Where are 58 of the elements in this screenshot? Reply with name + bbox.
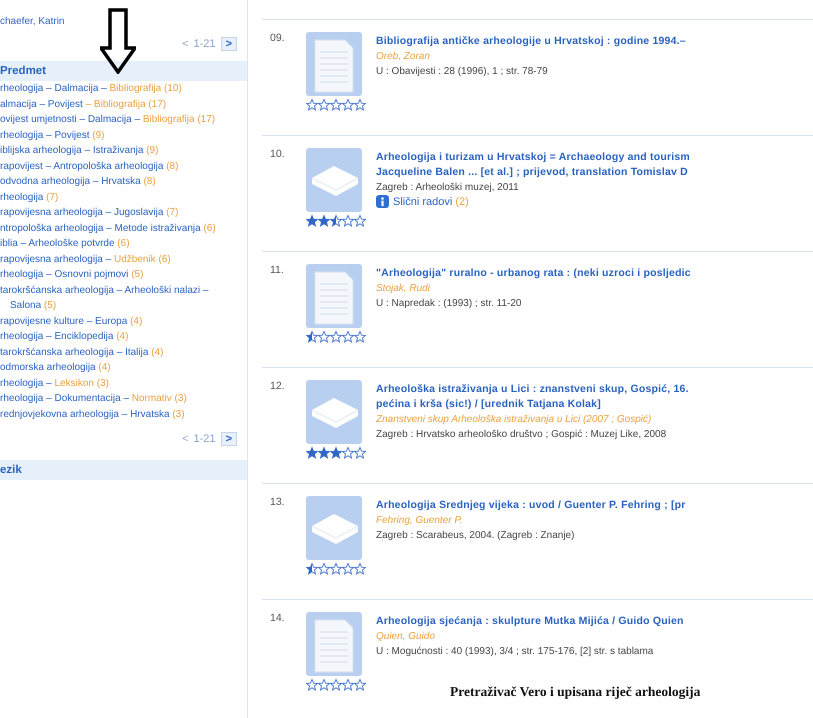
page-range: 1-21 <box>194 38 216 50</box>
subject-facet-link[interactable]: rapovijest – Antropološka arheologija (8) <box>0 158 247 174</box>
document-thumbnail <box>306 264 362 328</box>
subject-facet-link[interactable]: rheologija – Leksikon (3) <box>0 376 247 391</box>
result-title-link[interactable]: "Arheologija" ruralno - urbanog rata : (neki uzroci i posljedic <box>376 266 691 281</box>
subject-facet-link[interactable]: ntropološka arheologija – Metode istraživanja (6) <box>0 220 247 236</box>
book-thumbnail <box>306 380 362 444</box>
subject-facet-link[interactable]: tarokršćanska arheologija – Italija (4) <box>0 344 247 360</box>
subject-facet-link[interactable]: rheologija (7) <box>0 190 247 205</box>
subject-facet-link[interactable]: iblijska arheologija – Istraživanja (9) <box>0 143 247 158</box>
subject-facet-link[interactable]: rheologija – Dalmacija – Bibliografija (10) <box>0 81 247 96</box>
book-thumbnail <box>306 148 362 212</box>
publication-info: Zagreb : Arheološki muzej, 2011 <box>376 181 520 195</box>
subject-facet-link[interactable]: rapovijesna arheologija – Udžbenik (6) <box>0 252 247 267</box>
result-title-link[interactable]: pećina i krša (sic!) / [urednik Tatjana Kolak] <box>376 397 689 412</box>
result-number: 10. <box>270 148 286 162</box>
subject-facet-link[interactable]: almacija – Povijest – Bibliografija (17) <box>0 96 247 112</box>
book-thumbnail <box>306 496 362 560</box>
publication-info: Zagreb : Scarabeus, 2004. (Zagreb : Znanje) <box>376 529 576 543</box>
publication-info: U : Mogućnosti : 40 (1993), 3/4 ; str. 175-176, [2] str. s tablama <box>376 645 654 659</box>
subject-facet-link[interactable]: rapovijesna arheologija – Jugoslavija (7) <box>0 205 247 220</box>
subject-facet-link[interactable]: ovijest umjetnosti – Dalmacija – Bibliografija (17) <box>0 112 247 128</box>
subject-facet-link[interactable]: odvodna arheologija – Hrvatska (8) <box>0 174 247 190</box>
subject-facet-link[interactable]: rheologija – Povijest (9) <box>0 128 247 143</box>
result-title-link[interactable]: Arheologija sjećanja : skulpture Mutka Mijića / Guido Quien <box>376 614 684 629</box>
similar-works-link[interactable]: Slični radovi (2) <box>393 196 469 208</box>
author-facet-link[interactable]: chaefer, Katrin <box>0 16 247 27</box>
publication-info: Zagreb : Hrvatsko arheološko društvo ; Gospić : Muzej Like, 2008 <box>376 428 668 442</box>
publication-info: U : Obavijesti : 28 (1996), 1 ; str. 78-79 <box>376 65 549 79</box>
info-icon <box>376 195 389 208</box>
result-number: 13. <box>270 496 286 510</box>
subject-facet-link[interactable]: iblia – Arheološke potvrde (6) <box>0 236 247 252</box>
result-number: 09. <box>270 32 286 46</box>
result-title-link[interactable]: Arheologija i turizam u Hrvatskoj = Archaeology and tourism <box>376 150 690 165</box>
result-number: 14. <box>270 612 286 626</box>
result-number: 12. <box>270 380 286 394</box>
next-page-button[interactable]: > <box>220 37 237 51</box>
result-title-link[interactable]: Jacqueline Balen ... [et al.] ; prijevod, translation Tomislav D <box>376 165 690 180</box>
subject-facet-link[interactable]: rapovijesne kulture – Europa (4) <box>0 314 247 329</box>
caption: Pretraživač Vero i upisana riječ arheologija <box>450 684 700 700</box>
subject-facet-link[interactable]: odmorska arheologija (4) <box>0 360 247 376</box>
page-range: 1-21 <box>194 433 216 445</box>
document-thumbnail <box>306 612 362 676</box>
result-title-link[interactable]: Arheologija Srednjeg vijeka : uvod / Guenter P. Fehring ; [pr <box>376 498 686 513</box>
facet-heading: Predmet <box>0 61 247 81</box>
next-page-button[interactable]: > <box>220 432 237 446</box>
publication-info: U : Napredak : (1993) ; str. 11-20 <box>376 297 522 311</box>
result-number: 11. <box>270 264 285 278</box>
result-title-link[interactable]: Bibliografija antičke arheologije u Hrvatskoj : godine 1994.– <box>376 34 686 49</box>
subject-facet-link[interactable]: rheologija – Enciklopedija (4) <box>0 329 247 344</box>
down-arrow-icon <box>100 8 136 74</box>
subject-facet-link[interactable]: rheologija – Osnovni pojmovi (5) <box>0 267 247 282</box>
subject-facet-link[interactable]: rednjovjekovna arheologija – Hrvatska (3) <box>0 406 247 422</box>
facet-heading: ezik <box>0 460 247 480</box>
result-title-link[interactable]: Arheološka istraživanja u Lici : znanstveni skup, Gospić, 16. <box>376 382 689 397</box>
subject-facet-link[interactable]: tarokršćanska arheologija – Arheološki nalazi – Salona (5) <box>0 282 247 314</box>
document-thumbnail <box>306 32 362 96</box>
subject-facet-link[interactable]: rheologija – Dokumentacija – Normativ (3) <box>0 391 247 406</box>
